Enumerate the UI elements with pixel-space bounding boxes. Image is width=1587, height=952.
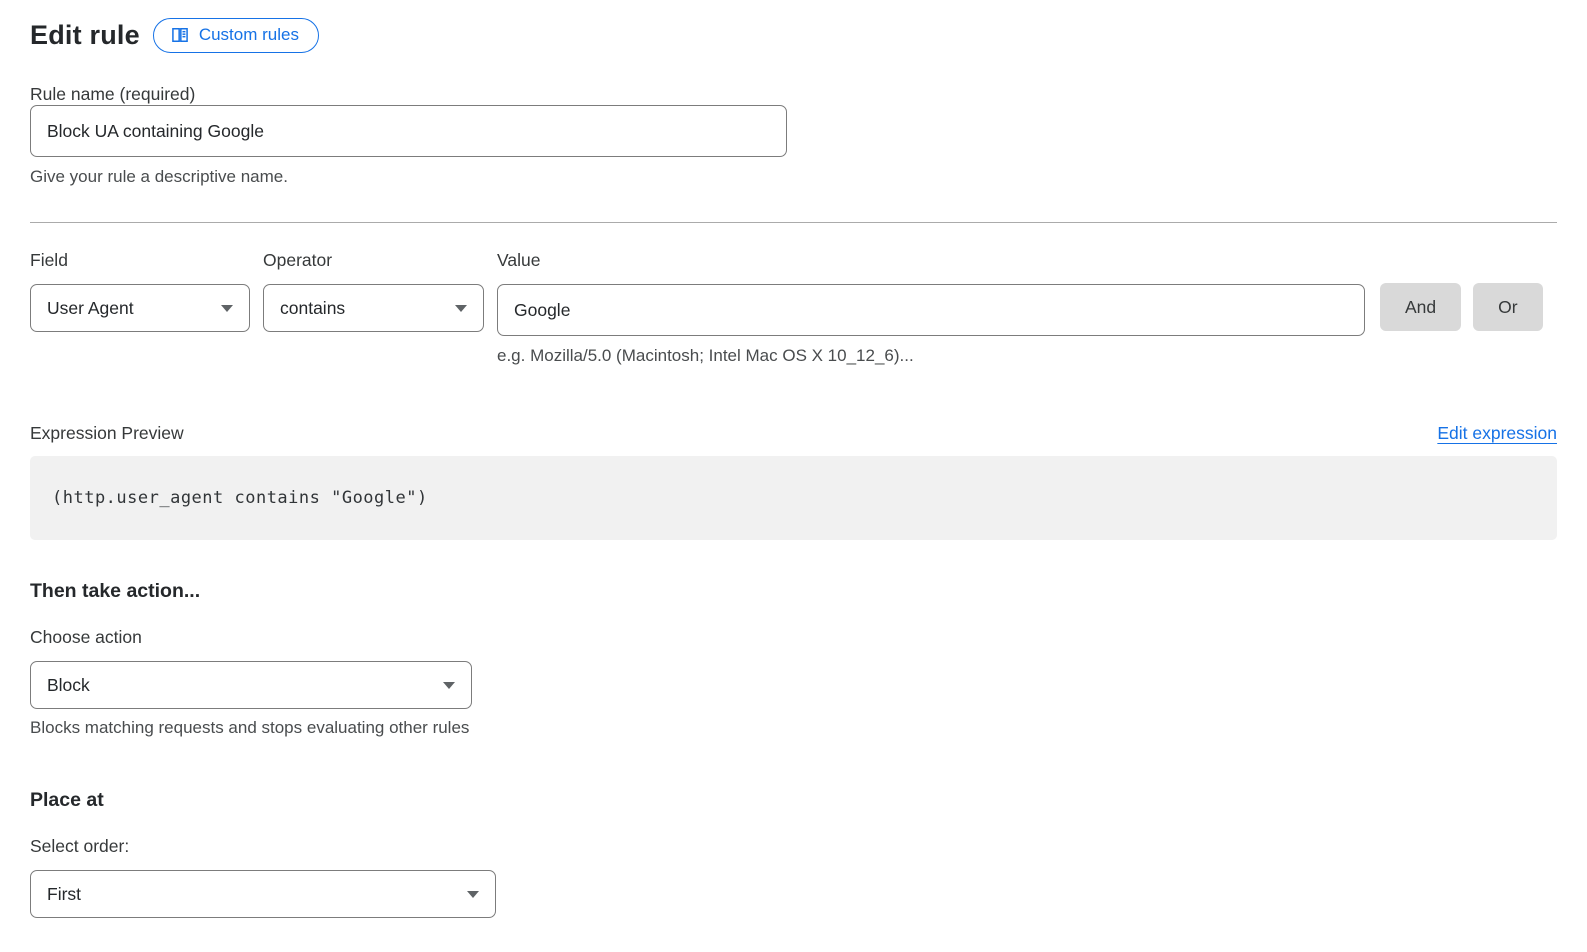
value-help: e.g. Mozilla/5.0 (Macintosh; Intel Mac O… [497,346,1365,366]
chevron-down-icon [443,682,455,689]
action-help: Blocks matching requests and stops evalu… [30,718,1557,738]
order-select-value: First [47,884,81,905]
operator-column: Operator contains [263,250,484,332]
and-button[interactable]: And [1380,283,1461,331]
value-input[interactable] [497,284,1365,336]
expression-preview-header: Expression Preview Edit expression [30,423,1557,444]
operator-select[interactable]: contains [263,284,484,332]
custom-rules-badge[interactable]: Custom rules [153,18,319,53]
select-order-label: Select order: [30,836,1557,857]
field-select[interactable]: User Agent [30,284,250,332]
field-column: Field User Agent [30,250,250,332]
rule-name-label: Rule name (required) [30,84,195,104]
choose-action-label: Choose action [30,627,1557,648]
action-section: Then take action... Choose action Block … [30,580,1557,738]
expression-preview-label: Expression Preview [30,423,184,444]
chevron-down-icon [467,891,479,898]
page-header: Edit rule Custom rules [30,18,1557,53]
expression-code-box: (http.user_agent contains "Google") [30,456,1557,540]
expression-builder: Field User Agent Operator contains Value… [30,250,1557,366]
rule-name-input-wrap [30,105,787,157]
page-title: Edit rule [30,20,140,51]
edit-rule-page: Edit rule Custom rules Rule name (requir… [0,0,1587,918]
custom-rules-badge-label: Custom rules [199,25,299,45]
placement-section: Place at Select order: First [30,789,1557,918]
section-divider [30,222,1557,223]
expression-code-text: (http.user_agent contains "Google") [52,488,428,508]
field-label: Field [30,250,250,271]
rule-name-section: Rule name (required) Give your rule a de… [30,84,1557,187]
rule-name-input[interactable] [30,105,787,157]
or-button[interactable]: Or [1473,283,1542,331]
value-column: Value e.g. Mozilla/5.0 (Macintosh; Intel… [497,250,1365,366]
field-select-value: User Agent [47,298,134,319]
logic-buttons: And Or [1380,283,1543,331]
chevron-down-icon [221,305,233,312]
edit-expression-link[interactable]: Edit expression [1437,423,1557,444]
expression-preview-section: Expression Preview Edit expression (http… [30,423,1557,540]
rule-name-help: Give your rule a descriptive name. [30,167,1557,187]
operator-label: Operator [263,250,484,271]
placement-heading: Place at [30,789,1557,812]
chevron-down-icon [455,305,467,312]
operator-select-value: contains [280,298,345,319]
action-select[interactable]: Block [30,661,472,709]
action-select-value: Block [47,675,90,696]
open-book-icon [170,25,190,45]
action-heading: Then take action... [30,580,1557,603]
order-select[interactable]: First [30,870,496,918]
value-label: Value [497,250,1365,271]
